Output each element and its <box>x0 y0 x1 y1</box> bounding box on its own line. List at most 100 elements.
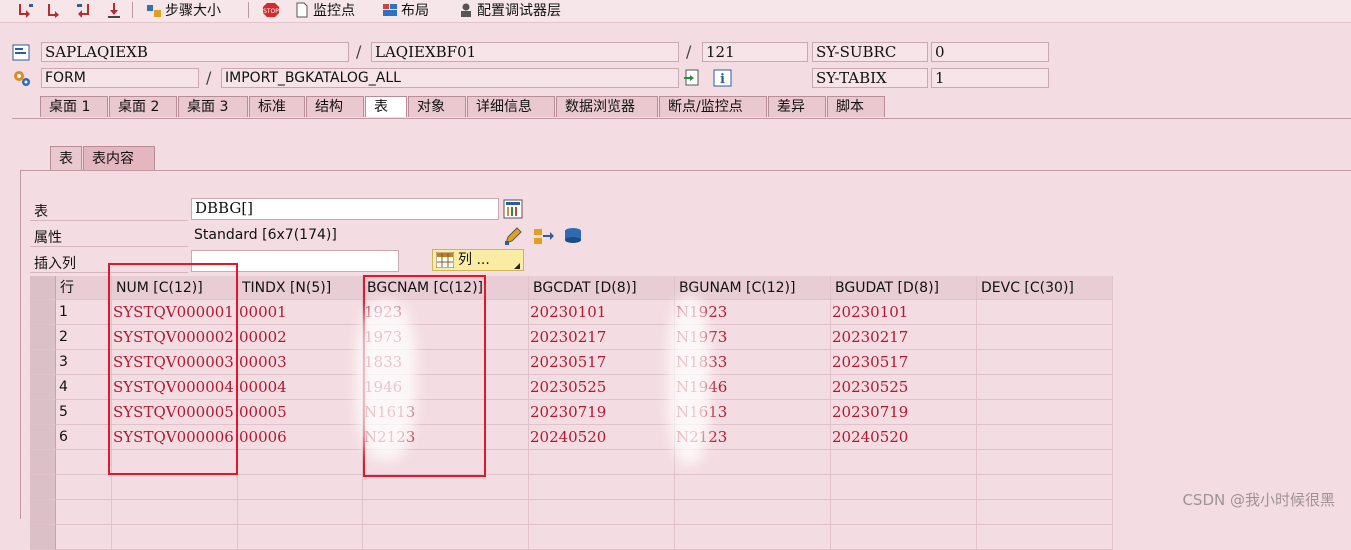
empty-cell[interactable] <box>831 525 977 550</box>
empty-cell[interactable] <box>977 500 1113 525</box>
table-cell[interactable]: 00003 <box>238 350 363 375</box>
row-selector[interactable] <box>30 300 56 325</box>
database-icon[interactable] <box>562 226 586 250</box>
empty-cell[interactable] <box>238 450 363 475</box>
empty-cell[interactable] <box>675 525 831 550</box>
table-view-icon[interactable] <box>503 199 523 223</box>
transfer-icon[interactable] <box>532 226 556 250</box>
table-cell[interactable] <box>977 425 1113 450</box>
tab-desktop-3[interactable]: 桌面 3 <box>178 96 248 117</box>
tab-structure[interactable]: 结构 <box>306 96 364 117</box>
table-cell[interactable]: 20230101 <box>529 300 675 325</box>
table-cell[interactable] <box>977 375 1113 400</box>
table-cell[interactable]: 00004 <box>238 375 363 400</box>
jump-to-source-icon[interactable] <box>683 69 703 91</box>
table-cell[interactable] <box>977 300 1113 325</box>
include-field[interactable]: LAQIEXBF01 <box>371 42 679 62</box>
column-header[interactable]: BGUNAM [C(12)] <box>675 276 831 300</box>
empty-cell[interactable] <box>238 500 363 525</box>
empty-cell[interactable] <box>529 475 675 500</box>
table-cell[interactable] <box>977 325 1113 350</box>
return-button[interactable] <box>76 0 95 20</box>
line-field[interactable]: 121 <box>702 42 808 62</box>
row-selector[interactable] <box>30 525 56 550</box>
empty-cell[interactable] <box>831 450 977 475</box>
stop-button[interactable]: STOP <box>262 0 281 20</box>
empty-cell[interactable] <box>977 450 1113 475</box>
empty-cell[interactable] <box>112 475 238 500</box>
empty-cell[interactable] <box>56 525 112 550</box>
empty-cell[interactable] <box>977 475 1113 500</box>
event-type-field[interactable]: FORM <box>41 68 199 88</box>
column-header[interactable]: TINDX [N(5)] <box>238 276 363 300</box>
subtab-table-content[interactable]: 表内容 <box>83 146 155 170</box>
column-header[interactable]: BGUDAT [D(8)] <box>831 276 977 300</box>
empty-cell[interactable] <box>363 525 529 550</box>
row-selector[interactable] <box>30 375 56 400</box>
tab-desktop-2[interactable]: 桌面 2 <box>109 96 177 117</box>
empty-cell[interactable] <box>977 525 1113 550</box>
row-selector[interactable] <box>30 400 56 425</box>
table-cell[interactable]: 20230517 <box>529 350 675 375</box>
execute-button[interactable] <box>46 0 65 20</box>
table-cell[interactable]: 20230517 <box>831 350 977 375</box>
tab-diff[interactable]: 差异 <box>768 96 826 117</box>
empty-cell[interactable] <box>529 450 675 475</box>
table-cell[interactable]: 20230525 <box>529 375 675 400</box>
tab-standard[interactable]: 标准 <box>249 96 305 117</box>
table-cell[interactable]: 00005 <box>238 400 363 425</box>
table-cell[interactable]: 00002 <box>238 325 363 350</box>
sy-tabix-value[interactable]: 1 <box>931 68 1049 88</box>
empty-cell[interactable] <box>675 475 831 500</box>
row-selector[interactable] <box>30 450 56 475</box>
empty-cell[interactable] <box>831 475 977 500</box>
edit-icon[interactable] <box>503 226 523 250</box>
table-cell[interactable]: 20230217 <box>529 325 675 350</box>
table-cell[interactable] <box>977 350 1113 375</box>
tab-table[interactable]: 表 <box>365 96 407 117</box>
table-cell[interactable]: 20230101 <box>831 300 977 325</box>
table-cell[interactable] <box>977 400 1113 425</box>
grid-corner-cell[interactable] <box>30 276 56 300</box>
columns-button[interactable]: 列 ... <box>432 249 524 271</box>
tab-objects[interactable]: 对象 <box>408 96 466 117</box>
tab-data-explorer[interactable]: 数据浏览器 <box>556 96 658 117</box>
tab-script[interactable]: 脚本 <box>827 96 885 117</box>
tab-break-watchpoints[interactable]: 断点/监控点 <box>659 96 767 117</box>
empty-cell[interactable] <box>56 450 112 475</box>
empty-cell[interactable] <box>363 500 529 525</box>
empty-cell[interactable] <box>831 500 977 525</box>
table-cell[interactable]: 00006 <box>238 425 363 450</box>
table-cell[interactable]: 20230719 <box>831 400 977 425</box>
empty-cell[interactable] <box>529 500 675 525</box>
empty-cell[interactable] <box>56 475 112 500</box>
empty-cell[interactable] <box>529 525 675 550</box>
tab-details[interactable]: 详细信息 <box>467 96 555 117</box>
config-layer-button[interactable]: 配置调试器层 <box>458 0 561 20</box>
table-cell[interactable]: 20240520 <box>831 425 977 450</box>
table-cell[interactable]: 20230217 <box>831 325 977 350</box>
step-size-button[interactable]: 步骤大小 <box>146 0 221 20</box>
table-name-input[interactable]: DBBG[] <box>191 198 499 220</box>
row-selector[interactable] <box>30 475 56 500</box>
row-selector[interactable] <box>30 350 56 375</box>
table-cell[interactable]: 20240520 <box>529 425 675 450</box>
empty-cell[interactable] <box>238 525 363 550</box>
program-field[interactable]: SAPLAQIEXB <box>41 42 349 62</box>
subtab-table[interactable]: 表 <box>50 146 82 170</box>
empty-cell[interactable] <box>363 475 529 500</box>
table-cell[interactable]: 00001 <box>238 300 363 325</box>
continue-button[interactable] <box>106 0 125 20</box>
row-selector[interactable] <box>30 425 56 450</box>
row-selector[interactable] <box>30 500 56 525</box>
row-selector[interactable] <box>30 325 56 350</box>
event-name-field[interactable]: IMPORT_BGKATALOG_ALL <box>221 68 679 88</box>
empty-cell[interactable] <box>56 500 112 525</box>
tab-desktop-1[interactable]: 桌面 1 <box>40 96 108 117</box>
column-header[interactable]: BGCDAT [D(8)] <box>529 276 675 300</box>
empty-cell[interactable] <box>112 525 238 550</box>
watchpoint-button[interactable]: 监控点 <box>294 0 355 20</box>
empty-cell[interactable] <box>675 500 831 525</box>
table-cell[interactable]: 20230525 <box>831 375 977 400</box>
empty-cell[interactable] <box>238 475 363 500</box>
